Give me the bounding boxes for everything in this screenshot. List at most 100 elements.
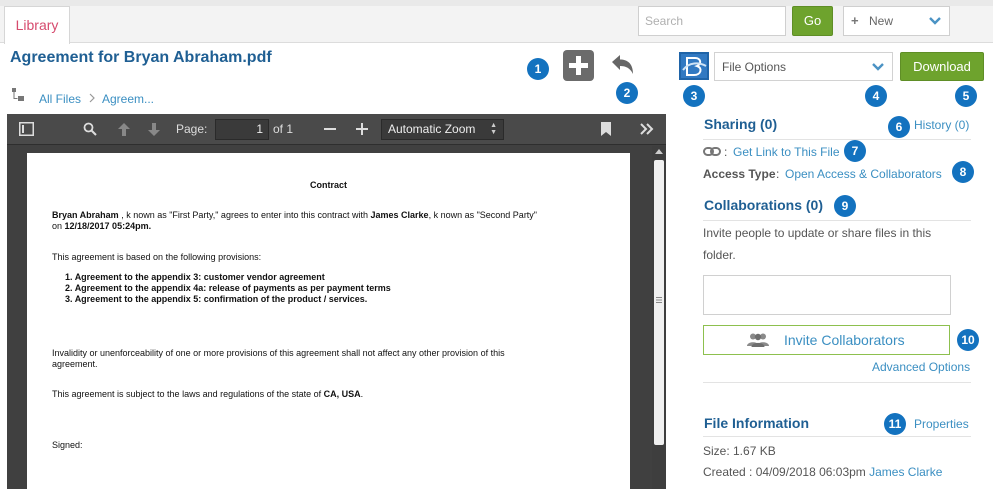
go-button[interactable]: Go xyxy=(792,6,833,36)
scroll-up-icon[interactable] xyxy=(655,149,663,154)
chevron-right-icon xyxy=(89,93,95,103)
link-separator: : xyxy=(724,145,728,159)
new-button[interactable]: + New xyxy=(843,6,950,36)
contract-date: 12/18/2017 05:24pm. xyxy=(64,221,152,231)
provision-text: Agreement to the appendix 4a: release of… xyxy=(74,283,391,293)
paragraph-text: on xyxy=(52,221,65,231)
sidebar-toggle-icon[interactable] xyxy=(19,122,34,136)
tab-library[interactable]: Library xyxy=(4,6,70,44)
callout-badge-4: 4 xyxy=(865,85,887,107)
divider xyxy=(703,382,971,383)
sharing-title: Sharing (0) xyxy=(704,116,778,132)
page-title: Agreement for Bryan Abraham.pdf xyxy=(10,49,272,66)
file-information-title: File Information xyxy=(704,415,809,431)
document-paragraph-2: This agreement is based on the following… xyxy=(52,252,262,262)
double-chevron-right-icon[interactable] xyxy=(640,123,654,135)
document-paragraph-3: Invalidity or unenforceability of one or… xyxy=(52,348,505,358)
search-input[interactable] xyxy=(638,6,786,36)
zoom-select[interactable]: Automatic Zoom ▲ ▼ xyxy=(381,119,504,140)
callout-badge-10: 10 xyxy=(957,329,979,351)
callout-badge-7: 7 xyxy=(844,140,866,162)
previous-page-icon[interactable] xyxy=(117,122,131,137)
file-created: Created : 04/09/2018 06:03pm James Clark… xyxy=(703,465,942,479)
page-count: of 1 xyxy=(273,122,294,136)
grip-icon xyxy=(656,297,662,303)
get-link-link[interactable]: Get Link to This File xyxy=(733,145,840,159)
file-options-label: File Options xyxy=(722,60,787,74)
breadcrumb: All Files Agreem... xyxy=(10,87,210,107)
breadcrumb-all-files[interactable]: All Files xyxy=(39,92,81,106)
zoom-value: Automatic Zoom xyxy=(388,122,476,136)
invite-collaborators-button[interactable]: Invite Collaborators xyxy=(703,325,950,355)
provision-item: 2. Agreement to the appendix 4a: release… xyxy=(65,283,391,293)
provision-item: 1. Agreement to the appendix 3: customer… xyxy=(65,272,325,282)
properties-link[interactable]: Properties xyxy=(914,417,969,431)
link-icon xyxy=(703,147,721,156)
download-button[interactable]: Download xyxy=(900,52,984,81)
search-icon[interactable] xyxy=(83,122,97,136)
pdf-scrollbar[interactable] xyxy=(652,146,666,489)
access-type-separator: : xyxy=(776,167,780,181)
callout-badge-11: 11 xyxy=(884,413,906,435)
page-label: Page: xyxy=(176,122,208,136)
next-page-icon[interactable] xyxy=(147,122,161,137)
callout-badge-6: 6 xyxy=(888,116,910,138)
callout-badge-9: 9 xyxy=(834,195,856,217)
provision-text: Agreement to the appendix 3: customer ve… xyxy=(74,272,325,282)
chevron-down-icon xyxy=(929,17,941,25)
document-heading: Contract xyxy=(309,180,347,190)
file-options-dropdown[interactable]: File Options xyxy=(714,52,893,81)
created-by-link[interactable]: James Clarke xyxy=(869,465,942,479)
collaborations-description-line-2: folder. xyxy=(703,248,736,262)
access-type-link[interactable]: Open Access & Collaborators xyxy=(785,167,942,181)
collaborations-description: Invite people to update or share files i… xyxy=(703,226,932,240)
advanced-options-link[interactable]: Advanced Options xyxy=(872,360,970,374)
paragraph-text: , k nown as "Second Party" xyxy=(428,210,538,220)
pdf-viewer: Page: 1 of 1 Automatic Zoom ▲ ▼ Contract … xyxy=(7,114,666,489)
history-link[interactable]: History (0) xyxy=(914,118,969,132)
provision-item: 3. Agreement to the appendix 5: confirma… xyxy=(65,294,368,304)
divider xyxy=(703,436,971,437)
bookmark-icon[interactable] xyxy=(601,122,611,136)
invite-collaborators-label: Invite Collaborators xyxy=(784,332,905,348)
party-one-name: Bryan Abraham xyxy=(52,210,119,220)
sync-logo-icon[interactable] xyxy=(679,52,709,80)
document-paragraph-3-line-2: agreement. xyxy=(52,359,98,369)
jurisdiction: CA, USA xyxy=(323,389,361,399)
undo-arrow-icon[interactable] xyxy=(609,52,637,80)
paragraph-text: . xyxy=(360,389,364,399)
document-paragraph-1: Bryan Abraham , k nown as "First Party,"… xyxy=(52,210,537,221)
collaborations-title: Collaborations (0) xyxy=(704,197,824,213)
document-paragraph-4: This agreement is subject to the laws an… xyxy=(52,389,363,400)
access-type-label: Access Type xyxy=(703,167,776,181)
zoom-out-icon[interactable] xyxy=(324,128,336,131)
zoom-in-icon[interactable] xyxy=(356,123,368,135)
provision-text: Agreement to the appendix 5: confirmatio… xyxy=(74,294,368,304)
plus-icon: + xyxy=(851,13,859,28)
pdf-toolbar: Page: 1 of 1 Automatic Zoom ▲ ▼ xyxy=(7,114,666,145)
file-size: Size: 1.67 KB xyxy=(703,444,776,458)
pdf-scroll-thumb[interactable] xyxy=(654,160,664,445)
pdf-scroll-area: Contract Bryan Abraham , k nown as "Firs… xyxy=(7,146,652,489)
signed-label: Signed: xyxy=(52,440,83,450)
callout-badge-1: 1 xyxy=(527,58,549,80)
breadcrumb-current[interactable]: Agreem... xyxy=(102,92,154,106)
paragraph-text: , k nown as "First Party," agrees to ent… xyxy=(118,210,371,220)
created-date: Created : 04/09/2018 06:03pm xyxy=(703,465,870,479)
party-two-name: James Clarke xyxy=(370,210,429,220)
new-label: New xyxy=(869,14,894,28)
chevron-down-icon xyxy=(872,63,884,71)
collaborator-input[interactable] xyxy=(703,275,951,315)
pdf-page: Contract Bryan Abraham , k nown as "Firs… xyxy=(27,153,630,489)
callout-badge-8: 8 xyxy=(952,161,974,183)
add-button[interactable] xyxy=(563,50,594,81)
users-icon xyxy=(747,333,769,347)
select-arrows-icon: ▲ ▼ xyxy=(490,122,497,136)
page-number-input[interactable]: 1 xyxy=(215,119,269,140)
plus-icon-vertical xyxy=(576,56,581,75)
document-paragraph-1-line-2: on 12/18/2017 05:24pm. xyxy=(52,221,151,232)
callout-badge-5: 5 xyxy=(955,85,977,107)
callout-badge-2: 2 xyxy=(616,82,638,104)
divider xyxy=(703,139,971,140)
paragraph-text: This agreement is subject to the laws an… xyxy=(52,389,324,399)
